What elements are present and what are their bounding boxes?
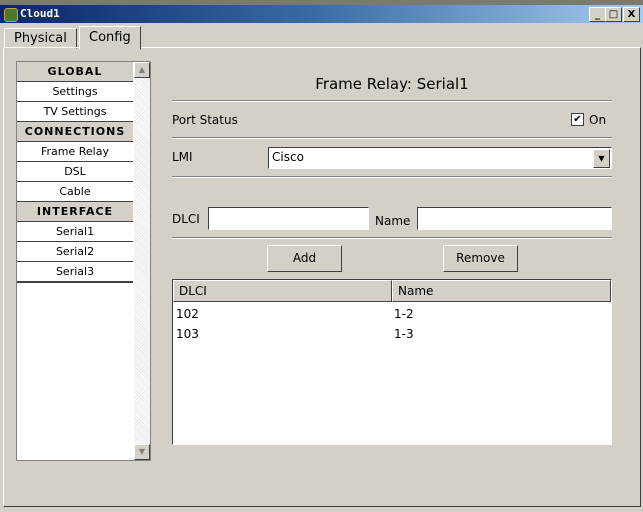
maximize-button[interactable]: □ (605, 7, 622, 22)
cell-name[interactable]: 1-3 (394, 327, 414, 341)
sidebar-item[interactable]: Cable (17, 182, 133, 203)
sidebar-item[interactable]: Settings (17, 82, 133, 103)
window-title: Cloud1 (20, 7, 60, 20)
divider (172, 237, 612, 239)
port-status-on-label: On (589, 113, 607, 127)
column-header-dlci[interactable]: DLCI (173, 280, 392, 302)
dlci-input[interactable] (208, 207, 369, 230)
remove-button[interactable]: Remove (443, 245, 518, 272)
port-status-label: Port Status (172, 113, 238, 127)
sidebar-item[interactable]: TV Settings (17, 102, 133, 123)
close-button[interactable]: X (623, 7, 640, 22)
sidebar-item[interactable]: Frame Relay (17, 142, 133, 163)
sidebar-list: GLOBAL Settings TV Settings CONNECTIONS Fram… (16, 61, 151, 461)
tab-physical[interactable]: Physical (4, 28, 77, 49)
cloud-app-icon (4, 8, 18, 22)
divider (172, 176, 612, 178)
add-button[interactable]: Add (267, 245, 342, 272)
dlci-label: DLCI (172, 212, 200, 226)
cell-dlci[interactable]: 102 (176, 307, 199, 321)
lmi-value: Cisco (272, 150, 304, 164)
sidebar-item[interactable]: DSL (17, 162, 133, 183)
cell-name[interactable]: 1-2 (394, 307, 414, 321)
sidebar-item[interactable]: Serial2 (17, 242, 133, 263)
name-label: Name (375, 214, 411, 228)
lmi-label: LMI (172, 150, 193, 164)
sidebar-section-header: INTERFACE (17, 202, 133, 223)
title-bar: Cloud1 _ (0, 5, 643, 23)
sidebar-item[interactable]: Serial1 (17, 222, 133, 243)
cell-dlci[interactable]: 103 (176, 327, 199, 341)
sidebar-section-header: GLOBAL (17, 62, 133, 83)
column-header-name[interactable]: Name (392, 280, 611, 302)
name-input[interactable] (417, 207, 612, 230)
scroll-up-icon[interactable]: ▲ (134, 62, 150, 78)
sidebar-item[interactable]: Serial3 (17, 262, 133, 283)
sidebar-scrollbar[interactable]: ▲ ▼ (134, 62, 150, 460)
page-title: Frame Relay: Serial1 (315, 75, 469, 93)
minimize-button-2[interactable]: _ (589, 7, 606, 22)
sidebar-section-header: CONNECTIONS (17, 122, 133, 143)
chevron-down-icon[interactable]: ▼ (593, 149, 610, 168)
port-status-checkbox[interactable]: ✔ (571, 113, 584, 126)
divider (172, 100, 612, 102)
tab-config[interactable]: Config (79, 26, 141, 50)
divider (172, 137, 612, 139)
lmi-select[interactable]: Cisco ▼ (268, 147, 612, 169)
dlci-table: DLCI Name 102 1-2 103 1-3 (172, 279, 612, 445)
scroll-down-icon[interactable]: ▼ (134, 444, 150, 460)
